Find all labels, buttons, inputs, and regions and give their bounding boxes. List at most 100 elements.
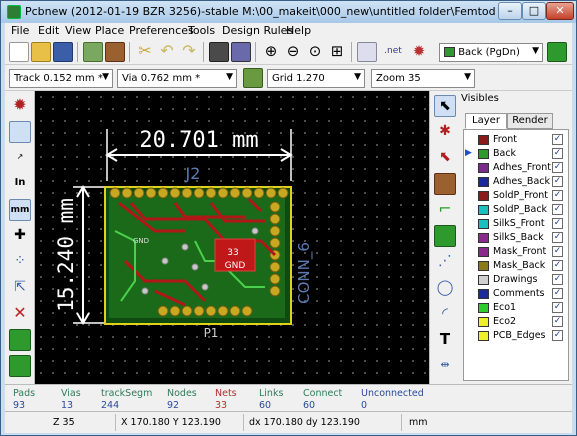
layer-pair-icon[interactable] [547, 42, 567, 62]
layer-color-swatch[interactable] [478, 219, 489, 229]
layer-visibility-checkbox[interactable]: ✓ [552, 330, 563, 341]
auto-delete-track-icon[interactable]: ✕ [9, 303, 31, 325]
menu-tools[interactable]: Tools [188, 24, 215, 37]
menu-place[interactable]: Place [95, 24, 124, 37]
zoom-select[interactable]: Zoom 35 ▼ [371, 69, 475, 88]
layer-visibility-checkbox[interactable]: ✓ [552, 148, 563, 159]
layer-visibility-checkbox[interactable]: ✓ [552, 190, 563, 201]
layer-color-swatch[interactable] [478, 247, 489, 257]
layer-visibility-checkbox[interactable]: ✓ [552, 176, 563, 187]
menu-edit[interactable]: Edit [38, 24, 59, 37]
zoom-fit-icon[interactable]: ⊞ [327, 42, 347, 62]
layer-color-swatch[interactable] [478, 205, 489, 215]
menu-preferences[interactable]: Preferences [129, 24, 194, 37]
polar-coords-icon[interactable]: ↗ [9, 147, 31, 169]
menu-help[interactable]: Help [286, 24, 311, 37]
layer-color-swatch[interactable] [478, 233, 489, 243]
tab-render[interactable]: Render [507, 113, 553, 129]
layer-color-swatch[interactable] [478, 275, 489, 285]
title-bar[interactable]: Pcbnew (2012-01-19 BZR 3256)-stable M:\0… [1, 1, 576, 23]
layer-visibility-checkbox[interactable]: ✓ [552, 218, 563, 229]
add-arc-icon[interactable]: ◜ [434, 303, 456, 325]
layer-visibility-checkbox[interactable]: ✓ [552, 274, 563, 285]
layer-color-swatch[interactable] [478, 331, 489, 341]
layer-visibility-checkbox[interactable]: ✓ [552, 316, 563, 327]
layer-visibility-checkbox[interactable]: ✓ [552, 260, 563, 271]
layer-row-front[interactable]: Front ✓ [464, 133, 568, 147]
layer-row-adhes-front[interactable]: Adhes_Front ✓ [464, 161, 568, 175]
layer-color-swatch[interactable] [478, 177, 489, 187]
track-sketch-icon[interactable] [9, 355, 31, 377]
new-board-icon[interactable] [9, 42, 29, 62]
add-line-icon[interactable]: ⋰ [434, 251, 456, 273]
layer-row-mask-front[interactable]: Mask_Front ✓ [464, 245, 568, 259]
mm-units-icon[interactable]: mm [9, 199, 31, 221]
layer-row-comments[interactable]: Comments ✓ [464, 287, 568, 301]
cursor-shape-icon[interactable]: ✚ [9, 225, 31, 247]
layer-visibility-checkbox[interactable]: ✓ [552, 302, 563, 313]
layer-row-mask-back[interactable]: Mask_Back ✓ [464, 259, 568, 273]
layer-visibility-checkbox[interactable]: ✓ [552, 134, 563, 145]
close-button[interactable]: ✕ [546, 2, 574, 20]
zoom-in-icon[interactable]: ⊕ [261, 42, 281, 62]
layer-row-drawings[interactable]: Drawings ✓ [464, 273, 568, 287]
print-icon[interactable] [209, 42, 229, 62]
layer-color-swatch[interactable] [478, 261, 489, 271]
layer-select[interactable]: Back (PgDn) ▼ [439, 43, 543, 62]
drc-off-icon[interactable]: ✹ [9, 95, 31, 117]
redo-icon[interactable]: ↷ [179, 42, 199, 62]
find-icon[interactable] [357, 42, 377, 62]
net-highlight-icon[interactable]: ✱ [434, 121, 456, 143]
minimize-button[interactable]: – [498, 2, 522, 20]
layer-color-swatch[interactable] [478, 303, 489, 313]
menu-file[interactable]: File [11, 24, 29, 37]
drc-icon[interactable]: ✹ [409, 42, 429, 62]
tab-layer[interactable]: Layer [465, 113, 507, 129]
layer-visibility-checkbox[interactable]: ✓ [552, 204, 563, 215]
maximize-button[interactable]: □ [522, 2, 546, 20]
open-folder-icon[interactable] [31, 42, 51, 62]
undo-icon[interactable]: ↶ [157, 42, 177, 62]
layer-row-back[interactable]: ▶ Back ✓ [464, 147, 568, 161]
menu-view[interactable]: View [65, 24, 91, 37]
layer-row-eco1[interactable]: Eco1 ✓ [464, 301, 568, 315]
module-ratsnest-icon[interactable]: ⇱ [9, 277, 31, 299]
inch-units-icon[interactable]: In [9, 173, 31, 195]
grid-select[interactable]: Grid 1.270 ▼ [267, 69, 365, 88]
menu-design-rules[interactable]: Design Rules [222, 24, 293, 37]
local-ratsnest-icon[interactable]: ⬉ [434, 147, 456, 169]
layer-color-swatch[interactable] [478, 135, 489, 145]
add-dimension-icon[interactable]: ⇹ [434, 355, 456, 377]
pcb-canvas[interactable]: 20.701 mm 15.240 mm J2 33 GND GND CONN_6… [35, 91, 429, 384]
grid-toggle-icon[interactable] [9, 121, 31, 143]
ratsnest-icon[interactable]: ⁘ [9, 251, 31, 273]
layer-row-silks-front[interactable]: SilkS_Front ✓ [464, 217, 568, 231]
layer-visibility-checkbox[interactable]: ✓ [552, 232, 563, 243]
save-icon[interactable] [53, 42, 73, 62]
layer-row-pcb-edges[interactable]: PCB_Edges ✓ [464, 329, 568, 343]
read-netlist-icon[interactable]: .net [383, 42, 403, 62]
layer-color-swatch[interactable] [478, 163, 489, 173]
layer-row-soldp-back[interactable]: SoldP_Back ✓ [464, 203, 568, 217]
via-size-select[interactable]: Via 0.762 mm * ▼ [117, 69, 237, 88]
select-arrow-icon[interactable]: ⬉ [434, 95, 456, 117]
layer-visibility-checkbox[interactable]: ✓ [552, 246, 563, 257]
auto-track-width-icon[interactable] [243, 68, 263, 88]
cut-icon[interactable]: ✂ [135, 42, 155, 62]
add-circle-icon[interactable]: ◯ [434, 277, 456, 299]
plot-icon[interactable] [231, 42, 251, 62]
layer-color-swatch[interactable] [478, 289, 489, 299]
layer-row-silks-back[interactable]: SilkS_Back ✓ [464, 231, 568, 245]
layer-visibility-checkbox[interactable]: ✓ [552, 162, 563, 173]
add-module-icon[interactable] [434, 173, 456, 195]
layer-row-eco2[interactable]: Eco2 ✓ [464, 315, 568, 329]
add-track-icon[interactable]: ⌐ [434, 199, 456, 221]
zoom-redraw-icon[interactable]: ⊙ [305, 42, 325, 62]
layer-color-swatch[interactable] [478, 191, 489, 201]
show-zones-icon[interactable] [9, 329, 31, 351]
layer-color-swatch[interactable] [478, 317, 489, 327]
add-zone-icon[interactable] [434, 225, 456, 247]
layer-row-soldp-front[interactable]: SoldP_Front ✓ [464, 189, 568, 203]
layer-row-adhes-back[interactable]: Adhes_Back ✓ [464, 175, 568, 189]
layer-visibility-checkbox[interactable]: ✓ [552, 288, 563, 299]
